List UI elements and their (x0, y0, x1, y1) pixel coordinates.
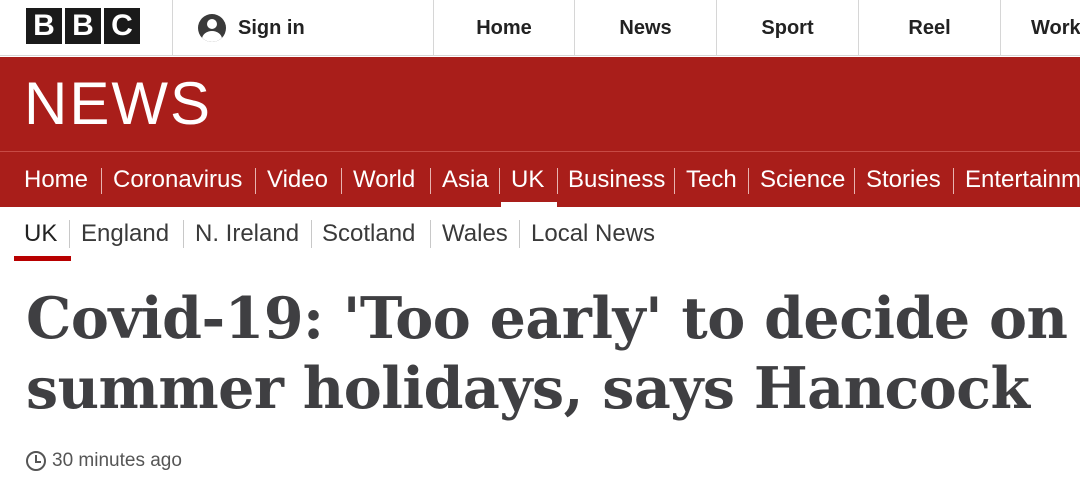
divider (519, 220, 520, 248)
user-icon (198, 14, 226, 42)
section-nav-stories[interactable]: Stories (866, 152, 941, 208)
bbc-logo-letter: C (104, 8, 140, 44)
section-nav-world[interactable]: World (353, 152, 415, 208)
divider (854, 168, 855, 194)
bbc-logo[interactable]: B B C (26, 8, 140, 44)
section-nav-tech[interactable]: Tech (686, 152, 737, 208)
divider (69, 220, 70, 248)
divider (183, 220, 184, 248)
top-nav-reel[interactable]: Reel (859, 0, 1000, 56)
section-nav-active-indicator (501, 202, 557, 207)
sub-nav-uk[interactable]: UK (24, 208, 57, 260)
top-nav-news[interactable]: News (575, 0, 716, 56)
article-timestamp: 30 minutes ago (26, 448, 182, 474)
divider (430, 220, 431, 248)
section-nav-business[interactable]: Business (568, 152, 665, 208)
divider (674, 168, 675, 194)
top-nav-sport[interactable]: Sport (717, 0, 858, 56)
divider (748, 168, 749, 194)
sub-nav-england[interactable]: England (81, 208, 169, 260)
divider (172, 0, 173, 56)
divider (953, 168, 954, 194)
global-header: B B C Sign in Home News Sport Reel Work (0, 0, 1080, 56)
section-nav-science[interactable]: Science (760, 152, 845, 208)
sign-in-label: Sign in (238, 16, 305, 39)
divider (311, 220, 312, 248)
section-nav-coronavirus[interactable]: Coronavirus (113, 152, 242, 208)
sign-in-button[interactable]: Sign in (198, 14, 305, 42)
headline-line: Covid-19: 'Too early' to decide on (26, 285, 1068, 352)
news-logo[interactable]: NEWS (24, 71, 212, 137)
section-nav-asia[interactable]: Asia (442, 152, 489, 208)
news-banner: NEWS (0, 57, 1080, 151)
headline-line: summer holidays, says Hancock (26, 355, 1030, 422)
divider (341, 168, 342, 194)
article-headline: Covid-19: 'Too early' to decide on summe… (26, 284, 1080, 424)
timestamp-text: 30 minutes ago (52, 450, 182, 471)
divider (255, 168, 256, 194)
sub-nav-wales[interactable]: Wales (442, 208, 508, 260)
top-nav-worklife[interactable]: Work (1001, 0, 1080, 56)
top-nav-home[interactable]: Home (434, 0, 574, 56)
section-nav-video[interactable]: Video (267, 152, 328, 208)
divider (557, 168, 558, 194)
divider (101, 168, 102, 194)
bbc-logo-letter: B (65, 8, 101, 44)
sub-nav-scotland[interactable]: Scotland (322, 208, 415, 260)
section-nav-home[interactable]: Home (24, 152, 88, 208)
sub-nav-n-ireland[interactable]: N. Ireland (195, 208, 299, 260)
sub-nav-local-news[interactable]: Local News (531, 208, 655, 260)
bbc-logo-letter: B (26, 8, 62, 44)
divider (430, 168, 431, 194)
section-nav: Home Coronavirus Video World Asia UK Bus… (0, 151, 1080, 207)
section-nav-entertainment[interactable]: Entertainm (965, 152, 1080, 208)
sub-nav: UK England N. Ireland Scotland Wales Loc… (0, 208, 1080, 263)
clock-icon (26, 451, 46, 471)
sub-nav-active-indicator (14, 256, 71, 261)
section-nav-uk[interactable]: UK (511, 152, 544, 208)
divider (499, 168, 500, 194)
